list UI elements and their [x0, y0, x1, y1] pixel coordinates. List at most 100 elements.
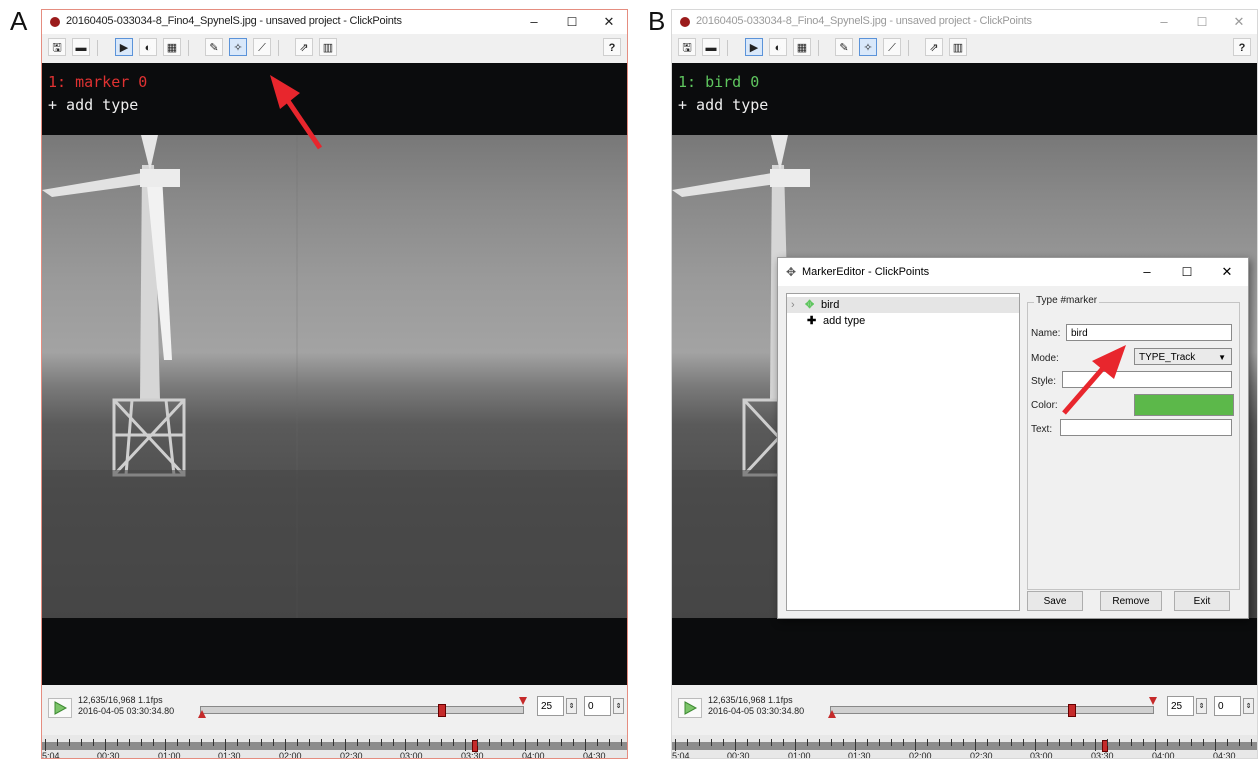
timeline-label: 01:30	[848, 751, 871, 759]
minimize-button[interactable]: –	[1150, 13, 1178, 31]
ruler-tick	[819, 739, 820, 746]
dialog-minimize-button[interactable]: –	[1133, 263, 1161, 281]
skip-spinbox-arrows[interactable]: ⇕	[1196, 698, 1207, 714]
slider-handle[interactable]	[1068, 704, 1076, 717]
skip-spinbox[interactable]: 25	[537, 696, 564, 716]
range-start-marker[interactable]	[197, 709, 207, 719]
edit-icon[interactable]: ✎	[205, 38, 223, 56]
frame-info: 12,635/16,968 1.1fps 2016-04-05 03:30:34…	[708, 695, 804, 717]
time-ruler[interactable]: 5:04 00:30 01:00 01:30 02:00 02:30 03:00…	[42, 735, 627, 758]
range-start-marker[interactable]	[827, 709, 837, 719]
window-title: 20160405-033034-8_Fino4_SpynelS.jpg - un…	[66, 15, 402, 27]
plus-icon: ✚	[807, 315, 817, 327]
save-icon[interactable]: 🖫	[48, 38, 66, 56]
skip-spinbox[interactable]: 25	[1167, 696, 1194, 716]
layer-spinbox-arrows[interactable]: ⇕	[613, 698, 624, 714]
close-button[interactable]: ✕	[1225, 13, 1253, 31]
marker-crosshair-icon[interactable]: ✧	[859, 38, 877, 56]
paint-brush-icon[interactable]: ⟋	[883, 38, 901, 56]
help-button[interactable]: ?	[1233, 38, 1251, 56]
ruler-tick	[477, 739, 478, 746]
maximize-button[interactable]: ☐	[1188, 13, 1216, 31]
toolbar-separator	[188, 40, 189, 56]
marker-type-label[interactable]: 1: bird 0	[678, 73, 759, 91]
ruler-tick	[807, 739, 808, 746]
skip-spinbox-arrows[interactable]: ⇕	[566, 698, 577, 714]
slider-handle[interactable]	[438, 704, 446, 717]
ruler-tick	[1047, 739, 1048, 746]
play-icon[interactable]: ▶	[115, 38, 133, 56]
export-icon[interactable]: ⇗	[295, 38, 313, 56]
ruler-tick	[891, 739, 892, 746]
timeline-label: 02:00	[279, 751, 302, 759]
layer-spinbox[interactable]: 0	[1214, 696, 1241, 716]
frame-slider[interactable]	[200, 706, 524, 714]
ruler-tick	[453, 739, 454, 746]
contrast-icon[interactable]: ◐	[139, 38, 157, 56]
ruler-tick	[213, 739, 214, 746]
timeline-label: 01:00	[788, 751, 811, 759]
frame-slider[interactable]	[830, 706, 1154, 714]
chart-icon[interactable]: ▥	[319, 38, 337, 56]
open-folder-icon[interactable]: ▬	[702, 38, 720, 56]
tree-item-add-type[interactable]: ✚ add type	[787, 313, 1019, 329]
time-ruler[interactable]: 5:04 00:30 01:00 01:30 02:00 02:30 03:00…	[672, 735, 1257, 758]
color-swatch-button[interactable]	[1134, 394, 1234, 416]
name-field[interactable]: bird	[1066, 324, 1232, 341]
clickpoints-app-icon	[680, 17, 690, 27]
minimize-button[interactable]: –	[520, 13, 548, 31]
add-type-label[interactable]: + add type	[48, 96, 138, 114]
marker-crosshair-icon[interactable]: ✧	[229, 38, 247, 56]
ruler-tick	[441, 739, 442, 746]
chart-icon[interactable]: ▥	[949, 38, 967, 56]
name-label: Name:	[1031, 328, 1061, 339]
paint-brush-icon[interactable]: ⟋	[253, 38, 271, 56]
ruler-tick	[57, 739, 58, 746]
expand-chevron-icon[interactable]: ›	[791, 297, 795, 313]
play-button[interactable]	[48, 698, 72, 718]
remove-button[interactable]: Remove	[1100, 591, 1162, 611]
tree-item-label: bird	[821, 299, 840, 311]
dialog-maximize-button[interactable]: ☐	[1173, 263, 1201, 281]
ruler-tick	[465, 739, 466, 751]
play-icon[interactable]: ▶	[745, 38, 763, 56]
maximize-button[interactable]: ☐	[558, 13, 586, 31]
timeline-label: 04:00	[1152, 751, 1175, 759]
layer-spinbox-arrows[interactable]: ⇕	[1243, 698, 1254, 714]
ruler-tick	[585, 739, 586, 751]
edit-icon[interactable]: ✎	[835, 38, 853, 56]
ruler-tick	[1155, 739, 1156, 751]
ruler-tick	[597, 739, 598, 746]
contrast-icon[interactable]: ◐	[769, 38, 787, 56]
ruler-tick	[321, 739, 322, 746]
play-triangle-icon	[684, 701, 698, 715]
film-icon[interactable]: ▦	[793, 38, 811, 56]
mode-select[interactable]: TYPE_Track ▼	[1134, 348, 1232, 365]
export-icon[interactable]: ⇗	[925, 38, 943, 56]
dialog-close-button[interactable]: ✕	[1213, 263, 1241, 281]
ruler-tick	[1119, 739, 1120, 746]
tree-item-bird[interactable]: › ✥ bird	[787, 297, 1019, 313]
add-type-label[interactable]: + add type	[678, 96, 768, 114]
film-icon[interactable]: ▦	[163, 38, 181, 56]
ruler-tick	[1251, 739, 1252, 746]
exit-button[interactable]: Exit	[1174, 591, 1230, 611]
layer-spinbox[interactable]: 0	[584, 696, 611, 716]
marker-type-tree[interactable]: › ✥ bird ✚ add type	[786, 293, 1020, 611]
range-end-marker[interactable]	[518, 696, 528, 706]
save-button[interactable]: Save	[1027, 591, 1083, 611]
ruler-tick	[117, 739, 118, 746]
help-button[interactable]: ?	[603, 38, 621, 56]
crosshair-icon: ✥	[786, 265, 797, 279]
marker-type-label[interactable]: 1: marker 0	[48, 73, 147, 91]
image-viewer[interactable]: 1: marker 0 + add type	[42, 63, 627, 685]
close-button[interactable]: ✕	[595, 13, 623, 31]
ruler-tick	[675, 739, 676, 751]
play-button[interactable]	[678, 698, 702, 718]
annotation-arrow	[1062, 345, 1126, 415]
text-field[interactable]	[1060, 419, 1232, 436]
range-end-marker[interactable]	[1148, 696, 1158, 706]
clickpoints-app-icon	[50, 17, 60, 27]
save-icon[interactable]: 🖫	[678, 38, 696, 56]
open-folder-icon[interactable]: ▬	[72, 38, 90, 56]
